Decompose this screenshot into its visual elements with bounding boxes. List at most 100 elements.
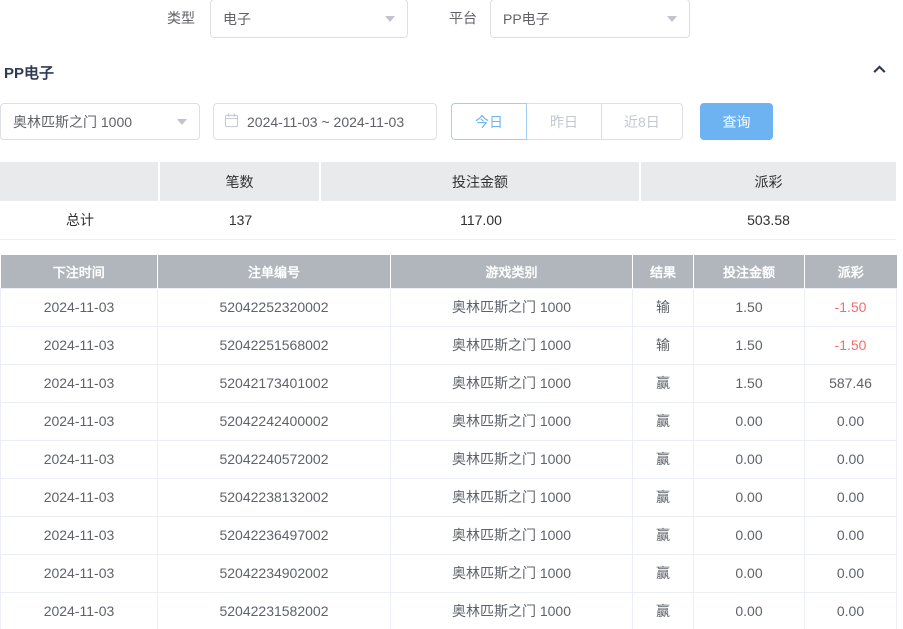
cell-game: 奥林匹斯之门 1000 <box>391 516 633 554</box>
cell-order_id: 52042240572002 <box>158 440 391 478</box>
cell-payout: 587.46 <box>805 364 897 402</box>
date-range-value: 2024-11-03 ~ 2024-11-03 <box>247 114 404 130</box>
cell-bet: 0.00 <box>694 516 805 554</box>
search-button[interactable]: 查询 <box>700 103 773 140</box>
summary-total-payout: 503.58 <box>641 201 896 240</box>
summary-header-empty <box>0 162 160 201</box>
table-row: 2024-11-0352042173401002奥林匹斯之门 1000赢1.50… <box>1 364 897 402</box>
cell-date: 2024-11-03 <box>1 364 158 402</box>
cell-result: 赢 <box>633 516 694 554</box>
table-row: 2024-11-0352042251568002奥林匹斯之门 1000输1.50… <box>1 326 897 364</box>
cell-result: 输 <box>633 326 694 364</box>
cell-date: 2024-11-03 <box>1 478 158 516</box>
cell-bet: 0.00 <box>694 440 805 478</box>
cell-order_id: 52042242400002 <box>158 402 391 440</box>
column-header: 投注金额 <box>694 255 805 288</box>
type-select-value: 电子 <box>223 9 251 29</box>
cell-bet: 1.50 <box>694 326 805 364</box>
cell-order_id: 52042234902002 <box>158 554 391 592</box>
cell-payout: -1.50 <box>805 288 897 326</box>
cell-payout: 0.00 <box>805 516 897 554</box>
platform-select[interactable]: PP电子 <box>490 0 690 38</box>
summary-total-bet: 117.00 <box>321 201 641 240</box>
chevron-down-icon <box>177 119 187 125</box>
cell-game: 奥林匹斯之门 1000 <box>391 440 633 478</box>
table-row: 2024-11-0352042231582002奥林匹斯之门 1000赢0.00… <box>1 592 897 629</box>
platform-select-value: PP电子 <box>503 9 550 29</box>
collapse-section-button[interactable] <box>868 60 890 82</box>
cell-bet: 0.00 <box>694 554 805 592</box>
cell-payout: 0.00 <box>805 402 897 440</box>
column-header: 游戏类别 <box>391 255 633 288</box>
column-header: 结果 <box>633 255 694 288</box>
cell-date: 2024-11-03 <box>1 516 158 554</box>
cell-bet: 0.00 <box>694 402 805 440</box>
cell-date: 2024-11-03 <box>1 592 158 629</box>
cell-game: 奥林匹斯之门 1000 <box>391 402 633 440</box>
cell-bet: 0.00 <box>694 592 805 629</box>
cell-payout: 0.00 <box>805 592 897 629</box>
chevron-down-icon <box>667 16 677 22</box>
cell-payout: 0.00 <box>805 554 897 592</box>
cell-date: 2024-11-03 <box>1 288 158 326</box>
cell-date: 2024-11-03 <box>1 402 158 440</box>
column-header: 派彩 <box>805 255 897 288</box>
cell-game: 奥林匹斯之门 1000 <box>391 288 633 326</box>
summary-header-bet-amount: 投注金额 <box>321 162 641 201</box>
section-title: PP电子 <box>4 62 54 83</box>
cell-payout: 0.00 <box>805 478 897 516</box>
page: 类型 电子 平台 PP电子 PP电子 奥林匹斯之门 1000 2024-11-0… <box>0 0 903 629</box>
table-row: 2024-11-0352042242400002奥林匹斯之门 1000赢0.00… <box>1 402 897 440</box>
cell-order_id: 52042252320002 <box>158 288 391 326</box>
table-row: 2024-11-0352042240572002奥林匹斯之门 1000赢0.00… <box>1 440 897 478</box>
detail-table-body: 2024-11-0352042252320002奥林匹斯之门 1000输1.50… <box>1 288 897 629</box>
cell-result: 赢 <box>633 554 694 592</box>
cell-order_id: 52042173401002 <box>158 364 391 402</box>
cell-order_id: 52042236497002 <box>158 516 391 554</box>
column-header: 注单编号 <box>158 255 391 288</box>
cell-result: 赢 <box>633 364 694 402</box>
table-row: 2024-11-0352042238132002奥林匹斯之门 1000赢0.00… <box>1 478 897 516</box>
cell-result: 赢 <box>633 478 694 516</box>
detail-table: 下注时间注单编号游戏类别结果投注金额派彩 2024-11-03520422523… <box>0 255 897 629</box>
quick-range-button[interactable]: 近8日 <box>601 103 683 140</box>
cell-result: 赢 <box>633 440 694 478</box>
cell-game: 奥林匹斯之门 1000 <box>391 592 633 629</box>
cell-game: 奥林匹斯之门 1000 <box>391 478 633 516</box>
cell-result: 赢 <box>633 402 694 440</box>
table-row: 2024-11-0352042234902002奥林匹斯之门 1000赢0.00… <box>1 554 897 592</box>
cell-order_id: 52042231582002 <box>158 592 391 629</box>
cell-bet: 1.50 <box>694 364 805 402</box>
game-select-value: 奥林匹斯之门 1000 <box>13 112 132 132</box>
cell-result: 输 <box>633 288 694 326</box>
table-row: 2024-11-0352042236497002奥林匹斯之门 1000赢0.00… <box>1 516 897 554</box>
summary-header-payout: 派彩 <box>641 162 896 201</box>
cell-date: 2024-11-03 <box>1 440 158 478</box>
cell-bet: 0.00 <box>694 478 805 516</box>
cell-date: 2024-11-03 <box>1 326 158 364</box>
summary-header-row: 笔数 投注金额 派彩 <box>0 162 896 201</box>
type-label: 类型 <box>167 0 195 37</box>
cell-game: 奥林匹斯之门 1000 <box>391 554 633 592</box>
date-range-input[interactable]: 2024-11-03 ~ 2024-11-03 <box>213 103 437 140</box>
cell-order_id: 52042251568002 <box>158 326 391 364</box>
cell-game: 奥林匹斯之门 1000 <box>391 364 633 402</box>
quick-range-buttons: 今日昨日近8日 <box>451 103 683 140</box>
cell-order_id: 52042238132002 <box>158 478 391 516</box>
quick-range-button[interactable]: 昨日 <box>526 103 602 140</box>
platform-label: 平台 <box>449 0 477 37</box>
quick-range-button[interactable]: 今日 <box>451 103 527 140</box>
calendar-icon <box>224 113 239 131</box>
column-header: 下注时间 <box>1 255 158 288</box>
summary-table: 笔数 投注金额 派彩 总计 137 117.00 503.58 <box>0 162 896 240</box>
cell-result: 赢 <box>633 592 694 629</box>
game-select[interactable]: 奥林匹斯之门 1000 <box>0 103 200 140</box>
cell-payout: -1.50 <box>805 326 897 364</box>
chevron-down-icon <box>385 16 395 22</box>
summary-header-count: 笔数 <box>160 162 321 201</box>
type-select[interactable]: 电子 <box>210 0 408 38</box>
detail-header-row: 下注时间注单编号游戏类别结果投注金额派彩 <box>1 255 897 288</box>
cell-date: 2024-11-03 <box>1 554 158 592</box>
summary-total-row: 总计 137 117.00 503.58 <box>0 201 896 240</box>
summary-total-label: 总计 <box>0 201 160 240</box>
